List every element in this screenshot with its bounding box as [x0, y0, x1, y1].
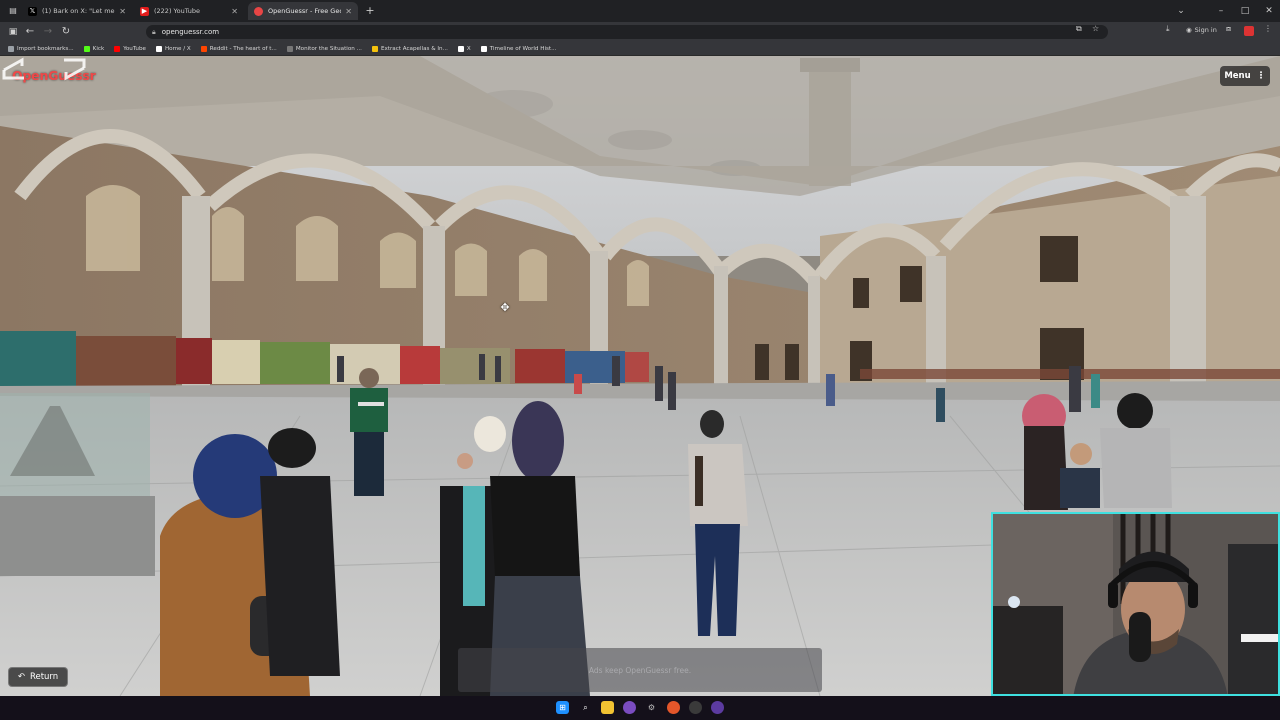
x-icon: 𝕏 [28, 6, 37, 16]
browser-toolbar: ▣ ← → ↻ 🔒︎ openguessr.com ⧉ ☆ ⤓ ⧈ ⋮ [0, 22, 1280, 42]
bookmark-label: Reddit - The heart of t... [209, 45, 277, 52]
street-view-panorama[interactable]: OpenGuessr Menu ⋮ ✥ Ads keep OpenGuessr … [0, 56, 1280, 696]
menu-label: Menu [1224, 71, 1251, 81]
return-icon: ↶ [17, 672, 25, 682]
reload-icon[interactable]: ↻ [59, 25, 73, 39]
bookmark-item[interactable]: Reddit - The heart of t... [200, 45, 277, 52]
youtube-icon: ▶ [140, 6, 149, 16]
tab-label: (1) Bark on X: "Let me explain w [42, 7, 115, 15]
bookmark-item[interactable]: Home / X [155, 45, 191, 52]
bookmark-favicon-icon [83, 45, 90, 52]
close-tab-icon[interactable]: ✕ [119, 7, 126, 16]
minimize-button[interactable]: – [1214, 4, 1228, 18]
bookmark-label: X [466, 45, 471, 52]
bookmark-label: Monitor the Situation ... [295, 45, 362, 52]
close-window-button[interactable]: ✕ [1262, 4, 1276, 18]
tab-x-post[interactable]: 𝕏 (1) Bark on X: "Let me explain w ✕ [22, 2, 132, 20]
bookmark-favicon-icon [200, 45, 207, 52]
extension-badge-icon[interactable] [1244, 26, 1254, 36]
bookmark-item[interactable]: Extract Acapellas & In... [371, 45, 448, 52]
firefox-icon[interactable] [667, 701, 680, 714]
download-icon[interactable]: ⤓ [1166, 24, 1170, 34]
bookmark-favicon-icon [286, 45, 293, 52]
close-tab-icon[interactable]: ✕ [231, 7, 238, 16]
return-button[interactable]: ↶ Return [8, 667, 68, 687]
bookmark-favicon-icon [371, 45, 378, 52]
bookmark-item[interactable]: Kick [83, 45, 105, 52]
windows-start-icon[interactable]: ⊞ [556, 701, 569, 714]
move-cursor-icon: ✥ [500, 301, 510, 314]
sidebar-icon[interactable]: ▣ [6, 25, 20, 39]
file-explorer-icon[interactable] [601, 701, 614, 714]
translate-icon[interactable]: ⧉ [1076, 24, 1082, 34]
menu-button[interactable]: Menu ⋮ [1220, 66, 1270, 86]
bookmarks-bar: Import bookmarks... Kick YouTube Home / X Re… [0, 42, 1280, 56]
bookmark-favicon-icon [114, 45, 121, 52]
url-text: openguessr.com [161, 28, 220, 36]
tab-label: OpenGuessr - Free GeoGue [268, 7, 341, 15]
webcam-feed [993, 514, 1278, 694]
obs-icon[interactable] [711, 701, 724, 714]
address-bar[interactable]: 🔒︎ openguessr.com [146, 25, 1108, 39]
ad-text: Ads keep OpenGuessr free. [588, 665, 692, 675]
bookmark-favicon-icon [8, 45, 14, 52]
bookmark-item[interactable]: X [457, 45, 471, 52]
sign-in-button[interactable]: ◉ Sign in [1186, 26, 1217, 34]
search-icon[interactable]: ⌕ [579, 701, 592, 714]
browser-menu-icon[interactable]: ⋮ [1264, 24, 1272, 33]
bookmark-label: Kick [92, 45, 105, 52]
tab-strip: ▤ 𝕏 (1) Bark on X: "Let me explain w ✕ ▶… [0, 0, 1280, 22]
chrome-icon[interactable] [689, 701, 702, 714]
close-tab-icon[interactable]: ✕ [345, 7, 352, 16]
maximize-button[interactable]: □ [1238, 4, 1252, 18]
bookmark-star-icon[interactable]: ☆ [1092, 24, 1099, 33]
bookmark-label: YouTube [123, 45, 146, 52]
site-info-icon[interactable]: 🔒︎ [152, 28, 156, 37]
back-icon[interactable]: ← [23, 25, 37, 39]
bookmark-item[interactable]: Import bookmarks... [8, 45, 74, 52]
bookmark-favicon-icon [155, 45, 162, 52]
forward-icon[interactable]: → [41, 25, 55, 39]
bookmark-label: Import bookmarks... [17, 45, 74, 52]
bookmark-label: Timeline of World Hist... [489, 45, 557, 52]
bookmark-item[interactable]: YouTube [114, 45, 146, 52]
sign-in-label: Sign in [1194, 26, 1217, 34]
ad-banner: Ads keep OpenGuessr free. [458, 648, 822, 692]
tab-label: (222) YouTube [154, 7, 200, 15]
bookmark-item[interactable]: Monitor the Situation ... [286, 45, 362, 52]
bookmark-label: Home / X [164, 45, 191, 52]
extensions-icon[interactable]: ⧈ [1226, 24, 1231, 34]
openguessr-icon [254, 6, 263, 16]
navigation-arrows-icon[interactable] [0, 56, 88, 82]
discord-icon[interactable] [623, 701, 636, 714]
tab-search-icon[interactable]: ⌄ [1174, 4, 1188, 18]
more-vertical-icon: ⋮ [1256, 71, 1266, 81]
bookmark-favicon-icon [480, 45, 487, 52]
new-tab-button[interactable]: + [364, 4, 376, 18]
account-icon: ◉ [1186, 26, 1192, 34]
bookmark-favicon-icon [457, 45, 464, 52]
windows-taskbar: ⊞ ⌕ ⚙ [0, 696, 1280, 720]
bookmark-item[interactable]: Timeline of World Hist... [480, 45, 557, 52]
tab-actions-icon[interactable]: ▤ [6, 4, 20, 18]
bookmark-label: Extract Acapellas & In... [380, 45, 448, 52]
settings-icon[interactable]: ⚙ [645, 701, 658, 714]
return-label: Return [29, 672, 59, 682]
tab-youtube[interactable]: ▶ (222) YouTube ✕ [134, 2, 244, 20]
webcam-overlay [991, 512, 1280, 696]
tab-openguessr[interactable]: OpenGuessr - Free GeoGue ✕ [248, 2, 358, 20]
